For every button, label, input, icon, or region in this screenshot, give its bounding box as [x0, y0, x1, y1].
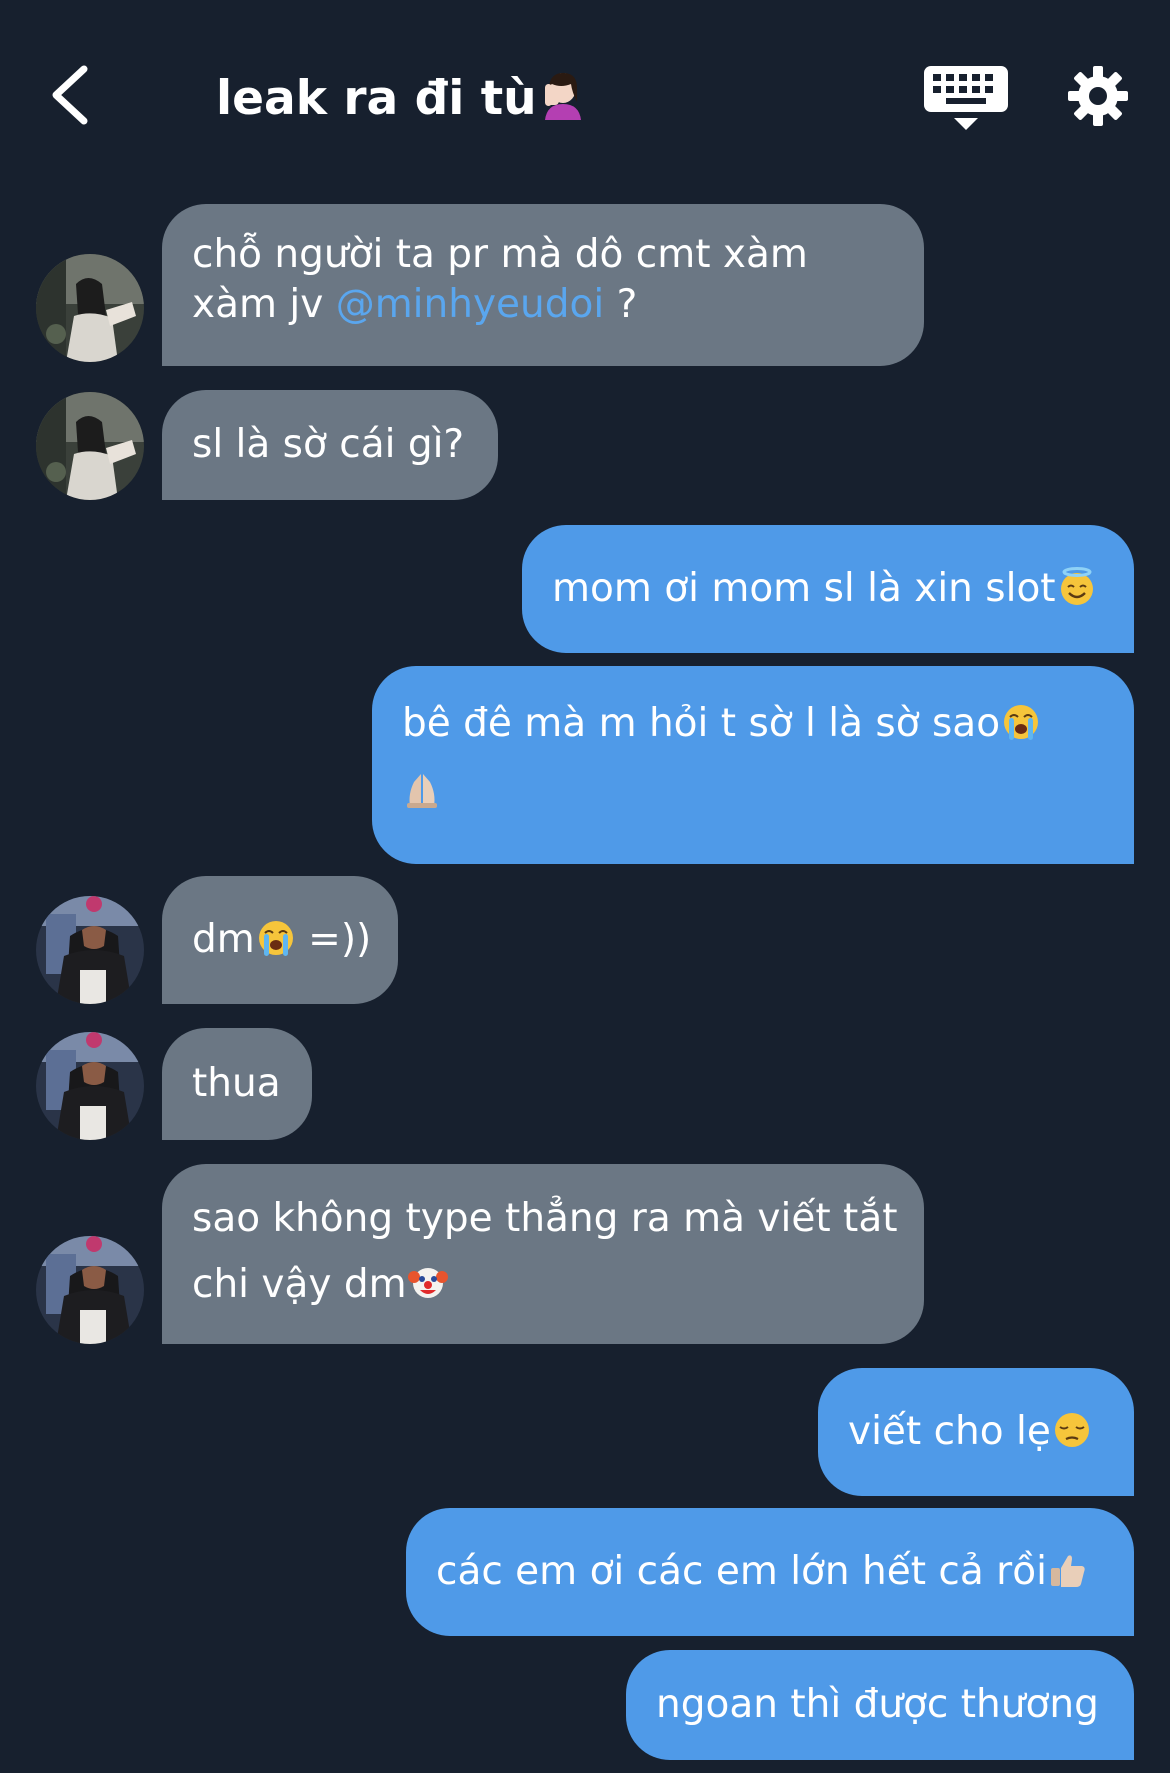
message-text: sao không type thẳng ra mà viết tắt: [192, 1196, 898, 1241]
chat-title-text: leak ra đi tù: [216, 71, 537, 126]
settings-button[interactable]: [1066, 64, 1130, 128]
avatar-photo: [36, 896, 144, 1004]
message-text: bê đê mà m hỏi t sờ l là sờ sao: [402, 701, 1001, 746]
thumbs-up-emoji: [1050, 1555, 1085, 1587]
message-bubble-outgoing[interactable]: viết cho lẹ: [818, 1368, 1134, 1496]
pensive-face-emoji: [1054, 1413, 1089, 1447]
message-text: =)): [295, 917, 372, 962]
message-bubble-incoming[interactable]: thua: [162, 1028, 312, 1140]
avatar-photo: [36, 254, 144, 362]
message-text: ?: [604, 282, 638, 327]
gear-icon: [1068, 66, 1128, 126]
chat-title: leak ra đi tù: [216, 66, 583, 132]
message-bubble-outgoing[interactable]: các em ơi các em lớn hết cả rồi: [406, 1508, 1134, 1636]
smiling-face-with-halo-emoji: [1060, 567, 1093, 605]
avatar-photo: [36, 392, 144, 500]
message-bubble-outgoing[interactable]: bê đê mà m hỏi t sờ l là sờ sao: [372, 666, 1134, 864]
message-text: dm: [192, 917, 255, 962]
clown-face-emoji: [407, 1268, 448, 1298]
avatar-photo: [36, 1032, 144, 1140]
keyboard-button[interactable]: [918, 64, 1014, 134]
message-bubble-outgoing[interactable]: mom ơi mom sl là xin slot: [522, 525, 1134, 653]
message-bubble-outgoing[interactable]: ngoan thì được thương: [626, 1650, 1134, 1760]
sender-avatar[interactable]: [36, 896, 144, 1004]
message-text: chi vậy dm: [192, 1262, 407, 1307]
sender-avatar[interactable]: [36, 254, 144, 362]
message-text: ngoan thì được thương: [656, 1682, 1099, 1727]
message-text: mom ơi mom sl là xin slot: [552, 566, 1056, 611]
sender-avatar[interactable]: [36, 1236, 144, 1344]
chevron-left-icon: [52, 65, 88, 125]
loudly-crying-face-emoji: [1004, 705, 1039, 740]
message-text: thua: [192, 1061, 281, 1106]
sender-avatar[interactable]: [36, 1032, 144, 1140]
message-bubble-incoming[interactable]: sao không type thẳng ra mà viết tắt chi …: [162, 1164, 924, 1344]
user-mention-link[interactable]: @minhyeudoi: [336, 282, 605, 327]
message-text: xàm jv: [192, 282, 336, 327]
message-text: chỗ người ta pr mà dô cmt xàm: [192, 232, 808, 277]
avatar-photo: [36, 1236, 144, 1344]
message-text: viết cho lẹ: [848, 1409, 1051, 1454]
sender-avatar[interactable]: [36, 392, 144, 500]
woman-shushing-emoji: [544, 72, 581, 120]
back-button[interactable]: [40, 60, 100, 130]
keyboard-icon: [924, 66, 1008, 130]
message-bubble-incoming[interactable]: sl là sờ cái gì?: [162, 390, 498, 500]
message-text: các em ơi các em lớn hết cả rồi: [436, 1549, 1047, 1594]
message-text: sl là sờ cái gì?: [192, 422, 465, 467]
chat-header: leak ra đi tù: [0, 0, 1170, 190]
folded-hands-emoji: [407, 774, 437, 808]
message-bubble-incoming[interactable]: chỗ người ta pr mà dô cmt xàm xàm jv @mi…: [162, 204, 924, 366]
message-bubble-incoming[interactable]: dm =)): [162, 876, 398, 1004]
loudly-crying-face-emoji: [258, 921, 293, 956]
